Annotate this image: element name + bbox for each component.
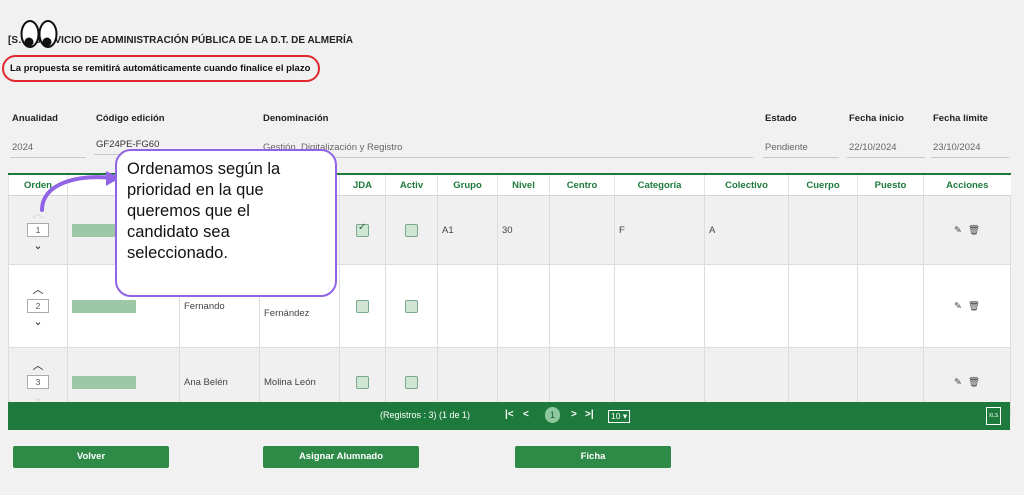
cuerpo-cell bbox=[788, 264, 858, 348]
jda-checkbox[interactable] bbox=[356, 222, 369, 237]
activ-checkbox[interactable] bbox=[405, 299, 418, 313]
codigo-edicion-label: Código edición bbox=[96, 113, 165, 124]
fecha-inicio-label: Fecha inicio bbox=[849, 113, 904, 124]
trash-icon[interactable]: 🗑 bbox=[968, 377, 980, 388]
callout-arrow-icon bbox=[40, 171, 120, 212]
activ-cell bbox=[385, 195, 438, 265]
trash-icon[interactable]: 🗑 bbox=[968, 225, 980, 236]
grupo-cell: A1 bbox=[437, 195, 498, 265]
redacted-identifier bbox=[72, 375, 136, 389]
acciones-cell: ✎ 🗑 bbox=[923, 264, 1011, 348]
jda-cell bbox=[339, 195, 386, 265]
fecha-limite-label: Fecha límite bbox=[933, 113, 988, 124]
redacted-identifier bbox=[72, 299, 136, 313]
colectivo-cell: A bbox=[704, 195, 789, 265]
records-info: (Registros : 3) (1 de 1) bbox=[380, 410, 471, 420]
grupo-cell bbox=[437, 264, 498, 348]
acciones-cell: ✎ 🗑 bbox=[923, 195, 1011, 265]
export-xls-icon[interactable]: XLS bbox=[986, 407, 1001, 425]
page-size-select[interactable]: 10 ▾ bbox=[608, 410, 631, 423]
column-header-centro[interactable]: Centro bbox=[549, 173, 615, 196]
categoria-cell bbox=[614, 264, 705, 348]
move-up-icon[interactable]: ︿ bbox=[13, 283, 63, 297]
edit-pencil-icon[interactable]: ✎ bbox=[954, 225, 962, 236]
column-header-cuerpo[interactable]: Cuerpo bbox=[788, 173, 858, 196]
nivel-cell: 30 bbox=[497, 195, 550, 265]
prev-page-button[interactable]: < bbox=[523, 409, 529, 420]
trash-icon[interactable]: 🗑 bbox=[968, 301, 980, 312]
pagination-bar: (Registros : 3) (1 de 1) |< < 1 > >| 10 … bbox=[8, 402, 1010, 430]
nivel-cell bbox=[497, 264, 550, 348]
centro-cell bbox=[549, 264, 615, 348]
current-page-button[interactable]: 1 bbox=[545, 407, 560, 423]
volver-button[interactable]: Volver bbox=[13, 446, 169, 468]
last-page-button[interactable]: >| bbox=[585, 409, 594, 420]
column-header-categoria[interactable]: Categoría bbox=[614, 173, 705, 196]
column-header-acciones: Acciones bbox=[923, 173, 1011, 196]
edit-pencil-icon[interactable]: ✎ bbox=[954, 301, 962, 312]
column-header-puesto[interactable]: Puesto bbox=[857, 173, 924, 196]
jda-checkbox[interactable] bbox=[356, 375, 369, 389]
activ-cell bbox=[385, 264, 438, 348]
anualidad-field: 2024 bbox=[10, 140, 86, 158]
column-header-grupo[interactable]: Grupo bbox=[437, 173, 498, 196]
denominacion-field: Gestión, Digitalización y Registro bbox=[261, 140, 753, 158]
move-down-icon[interactable]: ⌄ bbox=[13, 315, 63, 329]
anualidad-label: Anualidad bbox=[12, 113, 58, 124]
jda-checkbox[interactable] bbox=[356, 299, 369, 313]
jda-cell bbox=[339, 264, 386, 348]
deadline-notice: La propuesta se remitirá automáticamente… bbox=[2, 55, 321, 82]
orden-cell: ︿ 2 ⌄ bbox=[8, 264, 68, 348]
asignar-alumnado-button[interactable]: Asignar Alumnado bbox=[263, 446, 419, 468]
estado-label: Estado bbox=[765, 113, 797, 124]
ficha-button[interactable]: Ficha bbox=[515, 446, 671, 468]
activ-checkbox[interactable] bbox=[405, 223, 418, 237]
column-header-activ[interactable]: Activ bbox=[385, 173, 438, 196]
orden-value[interactable]: 3 bbox=[27, 375, 49, 389]
column-header-jda[interactable]: JDA bbox=[339, 173, 386, 196]
estado-field: Pendiente bbox=[763, 140, 839, 158]
app-window: [S…] SERVICIO DE ADMINISTRACIÓN PÚBLICA … bbox=[0, 0, 1024, 495]
orden-value[interactable]: 2 bbox=[27, 299, 49, 313]
activ-checkbox[interactable] bbox=[405, 375, 418, 389]
first-page-button[interactable]: |< bbox=[505, 409, 514, 420]
column-header-colectivo[interactable]: Colectivo bbox=[704, 173, 789, 196]
fecha-inicio-field: 22/10/2024 bbox=[847, 140, 925, 158]
puesto-cell bbox=[857, 195, 924, 265]
orden-value[interactable]: 1 bbox=[27, 223, 49, 237]
centro-cell bbox=[549, 195, 615, 265]
next-page-button[interactable]: > bbox=[571, 409, 577, 420]
move-up-icon[interactable]: ︿ bbox=[13, 359, 63, 373]
denominacion-label: Denominación bbox=[263, 113, 329, 124]
colectivo-cell bbox=[704, 264, 789, 348]
puesto-cell bbox=[857, 264, 924, 348]
cuerpo-cell bbox=[788, 195, 858, 265]
categoria-cell: F bbox=[614, 195, 705, 265]
page-size-value: 10 bbox=[611, 411, 621, 421]
page-title: [S…] SERVICIO DE ADMINISTRACIÓN PÚBLICA … bbox=[8, 35, 354, 46]
fecha-limite-field: 23/10/2024 bbox=[931, 140, 1009, 158]
callout-bubble: Ordenamos según la prioridad en la que q… bbox=[115, 149, 337, 297]
move-down-icon[interactable]: ⌄ bbox=[13, 239, 63, 253]
edit-pencil-icon[interactable]: ✎ bbox=[954, 377, 962, 388]
column-header-nivel[interactable]: Nivel bbox=[497, 173, 550, 196]
eyes-emoji-icon bbox=[20, 20, 58, 48]
